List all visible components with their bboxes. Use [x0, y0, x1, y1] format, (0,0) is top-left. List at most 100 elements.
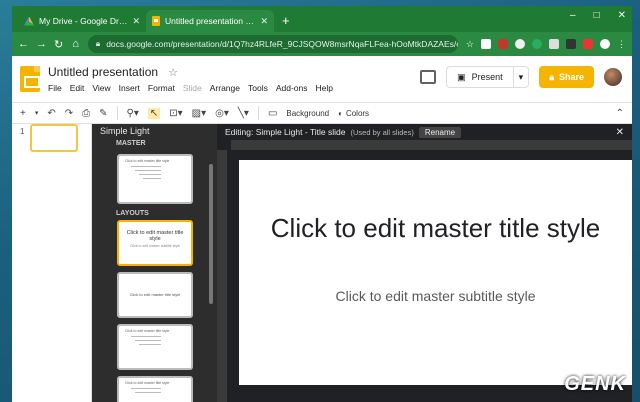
- master-heading: MASTER: [116, 140, 146, 147]
- layout-thumbnail-title[interactable]: Click to edit master title style Click t…: [117, 220, 193, 266]
- slide-canvas[interactable]: Click to edit master title style Click t…: [239, 160, 632, 385]
- docs-header: Untitled presentation ☆ File Edit View I…: [12, 56, 632, 102]
- paint-format-icon[interactable]: ✎: [99, 108, 107, 119]
- divider: [257, 106, 259, 120]
- layout-thumbnail-title-only[interactable]: Click to edit master title style: [117, 376, 193, 402]
- redo-icon[interactable]: ↷: [65, 108, 73, 119]
- select-icon[interactable]: ↖: [147, 107, 161, 119]
- home-icon[interactable]: ⌂: [71, 38, 80, 50]
- slides-logo-icon[interactable]: [20, 66, 40, 92]
- menu-tools[interactable]: Tools: [248, 83, 268, 93]
- menu-format[interactable]: Format: [148, 83, 175, 93]
- extensions-area: ☆ ⋮: [466, 39, 626, 50]
- extension-icon[interactable]: [532, 39, 542, 49]
- present-button[interactable]: ▣ Present ▾: [446, 66, 530, 88]
- comments-icon[interactable]: [420, 70, 437, 84]
- menu-help[interactable]: Help: [316, 83, 333, 93]
- extension-icon[interactable]: [481, 39, 491, 49]
- address-bar: ← → ↻ ⌂ 🔒︎ docs.google.com/presentation/…: [12, 32, 632, 56]
- zoom-icon[interactable]: ⚲▾: [127, 108, 139, 119]
- master-layouts-panel: Simple Light MASTER Click to edit master…: [92, 124, 217, 402]
- tab-my-drive[interactable]: My Drive - Google Drive ✕: [18, 10, 146, 32]
- back-icon[interactable]: ←: [18, 38, 29, 50]
- menu-file[interactable]: File: [48, 83, 62, 93]
- window-controls: – □ ✕: [570, 10, 626, 21]
- lock-icon: 🔒︎: [549, 71, 554, 82]
- google-drive-icon: [24, 17, 34, 26]
- avatar[interactable]: [604, 68, 622, 86]
- new-slide-icon[interactable]: +: [20, 108, 26, 119]
- text-box-icon[interactable]: ⊡▾: [169, 108, 182, 119]
- master-editor: Editing: Simple Light - Title slide (Use…: [217, 124, 632, 402]
- profile-icon[interactable]: [600, 39, 610, 49]
- watermark-logo: GENK: [564, 373, 626, 395]
- chevron-down-icon[interactable]: ▾: [35, 109, 39, 117]
- present-label: Present: [471, 72, 503, 82]
- editing-heading: Editing: Simple Light - Title slide: [225, 127, 346, 137]
- slide-thumbnail[interactable]: [30, 124, 78, 152]
- menu-bar: File Edit View Insert Format Slide Arran…: [48, 83, 333, 93]
- extension-icon[interactable]: [566, 39, 576, 49]
- menu-view[interactable]: View: [92, 83, 110, 93]
- browser-window: My Drive - Google Drive ✕ Untitled prese…: [12, 6, 632, 402]
- palette-icon: ◐: [338, 108, 343, 118]
- subtitle-placeholder[interactable]: Click to edit master subtitle style: [239, 288, 632, 304]
- scrollbar[interactable]: [209, 164, 213, 304]
- layout-thumbnail-title-body[interactable]: Click to edit master title style: [117, 324, 193, 370]
- forward-icon[interactable]: →: [36, 38, 47, 50]
- share-button[interactable]: 🔒︎ Share: [539, 66, 594, 88]
- thumb-text: Click to edit master title style: [125, 159, 170, 163]
- tab-title: Untitled presentation - Google Sl: [165, 16, 255, 26]
- layouts-heading: LAYOUTS: [116, 210, 149, 217]
- url-input[interactable]: 🔒︎ docs.google.com/presentation/d/1Q7hz4…: [87, 35, 458, 53]
- title-placeholder[interactable]: Click to edit master title style: [239, 212, 632, 244]
- close-icon[interactable]: ✕: [260, 16, 268, 27]
- comment-add-icon[interactable]: ▭: [268, 108, 277, 119]
- extension-icon[interactable]: [583, 39, 593, 49]
- image-icon[interactable]: ▨▾: [192, 108, 206, 119]
- extension-icon[interactable]: [515, 39, 525, 49]
- editor-header: Editing: Simple Light - Title slide (Use…: [217, 124, 632, 140]
- menu-slide[interactable]: Slide: [183, 83, 202, 93]
- chevron-up-icon[interactable]: ⌃: [616, 108, 624, 119]
- title-and-menu: Untitled presentation ☆ File Edit View I…: [48, 65, 333, 93]
- vertical-ruler: [217, 150, 227, 402]
- used-note: (Used by all slides): [350, 127, 414, 137]
- bookmark-star-icon[interactable]: ☆: [466, 39, 474, 50]
- document-title[interactable]: Untitled presentation: [48, 65, 158, 79]
- thumb-text: Click to edit master title style: [129, 292, 181, 297]
- menu-edit[interactable]: Edit: [70, 83, 85, 93]
- workspace: 1 Simple Light MASTER Click to edit mast…: [12, 124, 632, 402]
- menu-arrange[interactable]: Arrange: [210, 83, 240, 93]
- tab-untitled-presentation[interactable]: Untitled presentation - Google Sl ✕: [146, 10, 274, 32]
- menu-add-ons[interactable]: Add-ons: [276, 83, 308, 93]
- close-icon[interactable]: ✕: [132, 16, 140, 27]
- thumb-subtitle: Click to edit master subtitle style: [130, 244, 180, 248]
- url-text: docs.google.com/presentation/d/1Q7hz4RLf…: [106, 39, 458, 49]
- minimize-button[interactable]: –: [570, 10, 576, 21]
- colors-button[interactable]: ◐ Colors: [338, 109, 369, 118]
- close-window-button[interactable]: ✕: [618, 10, 626, 21]
- background-button[interactable]: Background: [286, 109, 329, 118]
- present-icon: ▣: [457, 71, 466, 82]
- line-icon[interactable]: ╲▾: [238, 108, 249, 119]
- tab-strip: My Drive - Google Drive ✕ Untitled prese…: [12, 6, 632, 32]
- thumb-title: Click to edit master title style: [126, 230, 184, 242]
- horizontal-ruler: [231, 140, 632, 150]
- menu-insert[interactable]: Insert: [119, 83, 140, 93]
- rename-button[interactable]: Rename: [418, 126, 462, 138]
- extension-icon[interactable]: [498, 39, 508, 49]
- chevron-down-icon[interactable]: ▾: [514, 72, 529, 83]
- menu-icon[interactable]: ⋮: [617, 39, 626, 50]
- new-tab-button[interactable]: +: [282, 13, 290, 28]
- undo-icon[interactable]: ↶: [47, 108, 55, 119]
- maximize-button[interactable]: □: [594, 10, 600, 21]
- close-icon[interactable]: ✕: [616, 127, 624, 138]
- extension-icon[interactable]: [549, 39, 559, 49]
- master-thumbnail[interactable]: Click to edit master title style: [117, 154, 193, 204]
- reload-icon[interactable]: ↻: [54, 38, 63, 51]
- print-icon[interactable]: ⎙: [82, 108, 90, 119]
- shape-icon[interactable]: ◎▾: [215, 108, 229, 119]
- layout-thumbnail-section[interactable]: Click to edit master title style: [117, 272, 193, 318]
- star-icon[interactable]: ☆: [168, 66, 178, 79]
